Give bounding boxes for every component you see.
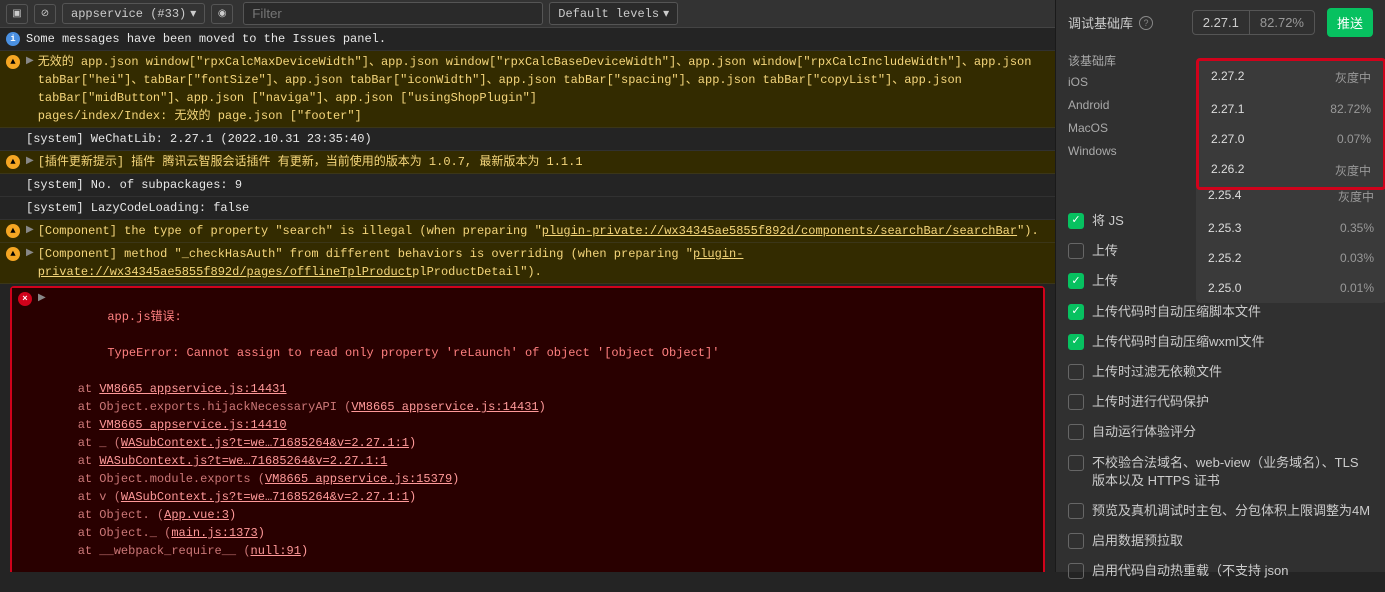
version-option[interactable]: 2.25.00.01% (1196, 273, 1385, 303)
log-row: [system] WeChatLib: 2.27.1 (2022.10.31 2… (0, 128, 1055, 151)
warning-icon: ▲ (6, 55, 20, 69)
log-row: ▲▶[插件更新提示] 插件 腾讯云智服会话插件 有更新，当前使用的版本为 1.0… (0, 151, 1055, 174)
version-option[interactable]: 2.25.20.03% (1196, 243, 1385, 273)
log-row: ▲▶[Component] the type of property "sear… (0, 220, 1055, 243)
source-link[interactable]: plugin-private://wx34345ae5855f892d/page… (38, 247, 744, 279)
checkbox-row[interactable]: 预览及真机调试时主包、分包体积上限调整为4M (1068, 496, 1373, 526)
checkbox[interactable]: ✓ (1068, 273, 1084, 289)
source-link[interactable]: VM8665 appservice.js:14431 (99, 382, 286, 396)
source-link[interactable]: VM8665 appservice.js:15379 (265, 472, 452, 486)
error-icon: × (18, 292, 32, 306)
checkbox[interactable] (1068, 563, 1084, 579)
version-dropdown[interactable]: 2.27.2灰度中2.27.182.72%2.27.00.07%2.26.2灰度… (1196, 58, 1385, 190)
log-row: [system] No. of subpackages: 9 (0, 174, 1055, 197)
filter-input[interactable] (243, 2, 543, 25)
issues-banner: i Some messages have been moved to the I… (0, 28, 1055, 51)
expand-icon[interactable]: ▶ (38, 290, 46, 308)
source-link[interactable]: plugin-private://wx34345ae5855f892d/comp… (542, 224, 1017, 238)
chevron-down-icon: ▾ (190, 6, 196, 21)
context-selector[interactable]: appservice (#33) ▾ (62, 3, 205, 24)
checkbox[interactable] (1068, 364, 1084, 380)
version-dropdown-ext[interactable]: 2.25.4灰度中2.25.30.35%2.25.20.03%2.25.00.0… (1196, 180, 1385, 303)
version-option[interactable]: 2.27.00.07% (1199, 124, 1383, 154)
checkbox-row[interactable]: 启用代码自动热重载（不支持 json (1068, 556, 1373, 586)
checkbox[interactable] (1068, 424, 1084, 440)
version-selector[interactable]: 2.27.182.72% (1192, 10, 1315, 35)
warning-icon: ▲ (6, 247, 20, 261)
log-row: [system] LazyCodeLoading: false (0, 197, 1055, 220)
checkbox-row[interactable]: 上传时过滤无依赖文件 (1068, 357, 1373, 387)
push-button[interactable]: 推送 (1327, 8, 1373, 37)
source-link[interactable]: main.js:1373 (171, 526, 257, 540)
warning-icon: ▲ (6, 224, 20, 238)
chevron-down-icon: ▾ (663, 6, 669, 21)
source-link[interactable]: App.vue:3 (164, 508, 229, 522)
checkbox-row[interactable]: 自动运行体验评分 (1068, 417, 1373, 447)
source-link[interactable]: VM8665 appservice.js:14410 (99, 418, 286, 432)
warning-icon: ▲ (6, 155, 20, 169)
checkbox-row[interactable]: 不校验合法域名、web-view（业务域名）、TLS 版本以及 HTTPS 证书 (1068, 448, 1373, 496)
eye-icon[interactable]: ◉ (211, 4, 233, 24)
checkbox[interactable]: ✓ (1068, 334, 1084, 350)
checkbox[interactable] (1068, 533, 1084, 549)
sidebar-title: 调试基础库 (1068, 13, 1133, 32)
version-option[interactable]: 2.25.30.35% (1196, 213, 1385, 243)
version-option[interactable]: 2.26.2灰度中 (1199, 154, 1383, 187)
checkbox-row[interactable]: ✓上传代码时自动压缩wxml文件 (1068, 327, 1373, 357)
help-icon[interactable]: ? (1139, 16, 1153, 30)
checkbox-row[interactable]: 上传时进行代码保护 (1068, 387, 1373, 417)
checkbox[interactable]: ✓ (1068, 213, 1084, 229)
checkbox[interactable] (1068, 394, 1084, 410)
error-block: × ▶ app.js错误: TypeError: Cannot assign t… (10, 286, 1045, 572)
settings-sidebar: 调试基础库 ? 2.27.182.72% 推送 该基础库iOS.28 及以上An… (1055, 0, 1385, 572)
expand-icon[interactable]: ▶ (26, 153, 34, 171)
version-option[interactable]: 2.27.2灰度中 (1199, 61, 1383, 94)
checkbox[interactable] (1068, 243, 1084, 259)
log-row: ▲▶[Component] method "_checkHasAuth" fro… (0, 243, 1055, 284)
sidebar-toggle-icon[interactable]: ▣ (6, 4, 28, 24)
checkbox[interactable]: ✓ (1068, 304, 1084, 320)
source-link[interactable]: WASubContext.js?t=we…71685264&v=2.27.1:1 (121, 436, 409, 450)
log-row: ▲▶无效的 app.json window["rpxCalcMaxDeviceW… (0, 51, 1055, 128)
expand-icon[interactable]: ▶ (26, 222, 34, 240)
expand-icon[interactable]: ▶ (26, 53, 34, 71)
version-option[interactable]: 2.27.182.72% (1199, 94, 1383, 124)
source-link[interactable]: WASubContext.js?t=we…71685264&v=2.27.1:1 (99, 454, 387, 468)
checkbox[interactable] (1068, 503, 1084, 519)
checkbox-row[interactable]: 启用数据预拉取 (1068, 526, 1373, 556)
info-icon: i (6, 32, 20, 46)
console-output: i Some messages have been moved to the I… (0, 28, 1055, 572)
source-link[interactable]: WASubContext.js?t=we…71685264&v=2.27.1:1 (121, 490, 409, 504)
checkbox[interactable] (1068, 455, 1084, 471)
source-link[interactable]: VM8665 appservice.js:14431 (351, 400, 538, 414)
expand-icon[interactable]: ▶ (26, 245, 34, 263)
source-link[interactable]: null:91 (251, 544, 301, 558)
log-level-selector[interactable]: Default levels ▾ (549, 2, 678, 25)
clear-console-icon[interactable]: ⊘ (34, 4, 56, 24)
